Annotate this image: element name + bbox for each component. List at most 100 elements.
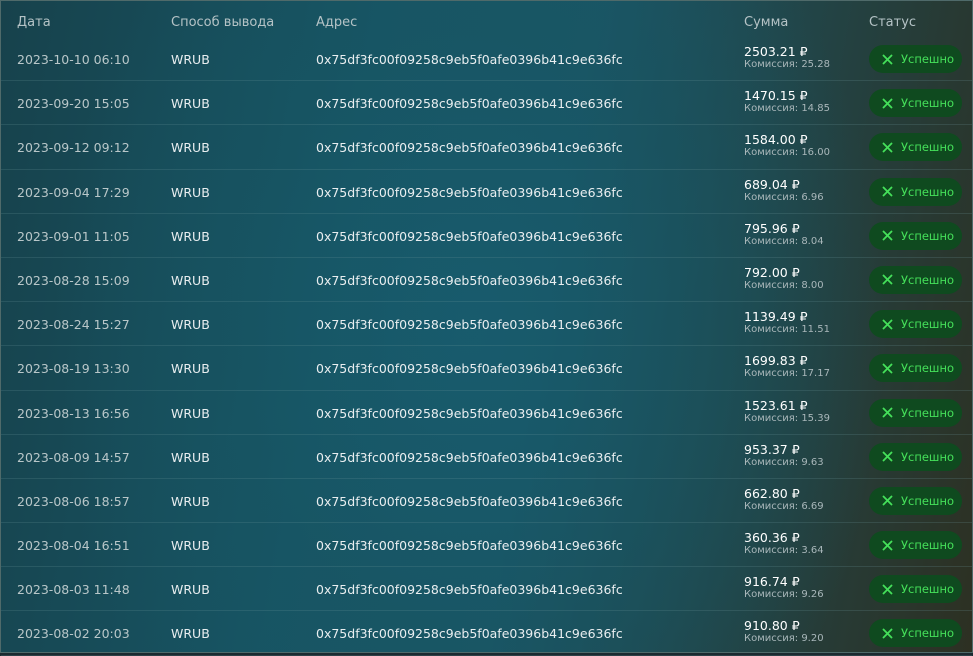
status-badge: Успешно (869, 531, 962, 560)
amount-fee: Комиссия: 8.00 (744, 279, 824, 291)
row-date: 2023-08-04 16:51 (17, 538, 130, 554)
x-icon (882, 319, 893, 330)
row-date: 2023-09-12 09:12 (17, 140, 130, 156)
row-method: WRUB (171, 493, 210, 509)
amount-fee: Комиссия: 15.39 (744, 412, 830, 424)
status-badge: Успешно (869, 133, 962, 162)
amount-value: 1470.15 ₽ (744, 88, 808, 104)
x-icon (882, 274, 893, 285)
row-amount: 1139.49 ₽ Комиссия: 11.51 (744, 310, 830, 336)
amount-value: 910.80 ₽ (744, 618, 800, 634)
row-date: 2023-08-02 20:03 (17, 626, 130, 642)
amount-fee: Комиссия: 8.04 (744, 235, 824, 247)
amount-fee: Комиссия: 16.00 (744, 147, 830, 159)
row-method: WRUB (171, 361, 210, 377)
row-date: 2023-08-19 13:30 (17, 361, 130, 377)
row-method: WRUB (171, 449, 210, 465)
row-address: 0x75df3fc00f09258c9eb5f0afe0396b41c9e636… (316, 228, 623, 244)
row-method: WRUB (171, 626, 210, 642)
row-amount: 2503.21 ₽ Комиссия: 25.28 (744, 45, 830, 71)
row-address: 0x75df3fc00f09258c9eb5f0afe0396b41c9e636… (316, 582, 623, 598)
row-date: 2023-09-20 15:05 (17, 96, 130, 112)
x-icon (882, 186, 893, 197)
status-badge: Успешно (869, 45, 962, 73)
table-row: 2023-08-03 11:48 WRUB 0x75df3fc00f09258c9e… (1, 567, 972, 612)
row-method: WRUB (171, 538, 210, 554)
table-row: 2023-08-09 14:57 WRUB 0x75df3fc00f09258c9e… (1, 435, 972, 479)
amount-value: 795.96 ₽ (744, 220, 800, 236)
status-label: Успешно (901, 228, 955, 243)
row-amount: 689.04 ₽ Комиссия: 6.96 (744, 176, 824, 204)
row-date: 2023-08-28 15:09 (17, 272, 130, 288)
row-amount: 662.80 ₽ Комиссия: 6.69 (744, 486, 824, 513)
row-method: WRUB (171, 582, 210, 598)
row-amount: 795.96 ₽ Комиссия: 8.04 (744, 220, 824, 248)
status-badge: Успешно (869, 265, 962, 294)
row-date: 2023-09-01 11:05 (17, 228, 130, 244)
status-badge: Успешно (869, 177, 962, 206)
status-label: Успешно (901, 582, 955, 597)
header-amount: Сумма (744, 15, 789, 30)
row-method: WRUB (171, 140, 210, 156)
row-date: 2023-09-04 17:29 (17, 184, 130, 200)
row-method: WRUB (171, 52, 210, 67)
status-badge: Успешно (869, 619, 962, 648)
amount-fee: Комиссия: 6.69 (744, 500, 824, 512)
amount-value: 792.00 ₽ (744, 264, 800, 280)
table-row: 2023-09-04 17:29 WRUB 0x75df3fc00f09258c9e… (1, 170, 972, 214)
amount-value: 689.04 ₽ (744, 176, 800, 192)
amount-fee: Комиссия: 9.63 (744, 456, 824, 468)
row-amount: 1699.83 ₽ Комиссия: 17.17 (744, 354, 830, 380)
withdrawals-table: Дата Способ вывода Адрес Сумма Статус 20… (0, 0, 973, 656)
row-address: 0x75df3fc00f09258c9eb5f0afe0396b41c9e636… (316, 538, 623, 554)
amount-fee: Комиссия: 17.17 (744, 368, 830, 380)
x-icon (882, 54, 893, 65)
row-date: 2023-08-09 14:57 (17, 449, 130, 465)
amount-fee: Комиссия: 6.96 (744, 191, 824, 203)
x-icon (882, 628, 893, 639)
table-row: 2023-08-04 16:51 WRUB 0x75df3fc00f09258c9e… (1, 523, 972, 568)
table-row: 2023-08-13 16:56 WRUB 0x75df3fc00f09258c9e… (1, 391, 972, 435)
row-date: 2023-08-03 11:48 (17, 582, 130, 598)
table-body: 2023-10-10 06:10 WRUB 0x75df3fc00f09258c9e… (1, 37, 972, 656)
table-row: 2023-10-10 06:10 WRUB 0x75df3fc00f09258c9e… (1, 37, 972, 82)
header-method: Способ вывода (171, 15, 275, 30)
x-icon (882, 230, 893, 241)
amount-fee: Комиссия: 11.51 (744, 324, 830, 336)
row-method: WRUB (171, 184, 210, 200)
row-address: 0x75df3fc00f09258c9eb5f0afe0396b41c9e636… (316, 405, 623, 421)
row-amount: 953.37 ₽ Комиссия: 9.63 (744, 442, 824, 469)
x-icon (882, 407, 893, 418)
x-icon (882, 495, 893, 506)
status-label: Успешно (901, 493, 955, 508)
header-date: Дата (17, 15, 51, 30)
x-icon (882, 363, 893, 374)
row-date: 2023-08-13 16:56 (17, 405, 130, 421)
row-method: WRUB (171, 96, 210, 112)
status-label: Успешно (901, 449, 955, 464)
row-method: WRUB (171, 228, 210, 244)
row-amount: 916.74 ₽ Комиссия: 9.26 (744, 575, 824, 601)
row-amount: 360.36 ₽ Комиссия: 3.64 (744, 531, 824, 557)
header-status: Статус (869, 15, 917, 30)
status-label: Успешно (901, 184, 955, 199)
table-row: 2023-08-28 15:09 WRUB 0x75df3fc00f09258c9e… (1, 258, 972, 303)
x-icon (882, 451, 893, 462)
status-label: Успешно (901, 96, 955, 111)
amount-value: 1523.61 ₽ (744, 397, 808, 413)
x-icon (882, 540, 893, 551)
amount-fee: Комиссия: 3.64 (744, 545, 824, 557)
amount-value: 360.36 ₽ (744, 530, 800, 546)
row-method: WRUB (171, 405, 210, 421)
row-amount: 792.00 ₽ Комиссия: 8.00 (744, 264, 824, 292)
status-badge: Успешно (869, 486, 962, 515)
status-badge: Успешно (869, 442, 962, 471)
table-row: 2023-08-19 13:30 WRUB 0x75df3fc00f09258c9e… (1, 346, 972, 391)
row-amount: 1523.61 ₽ Комиссия: 15.39 (744, 397, 830, 425)
amount-value: 1139.49 ₽ (744, 309, 808, 325)
row-address: 0x75df3fc00f09258c9eb5f0afe0396b41c9e636… (316, 184, 623, 200)
row-address: 0x75df3fc00f09258c9eb5f0afe0396b41c9e636… (316, 52, 623, 67)
status-label: Успешно (901, 272, 955, 287)
status-badge: Успешно (869, 221, 962, 250)
amount-value: 1699.83 ₽ (744, 353, 808, 369)
